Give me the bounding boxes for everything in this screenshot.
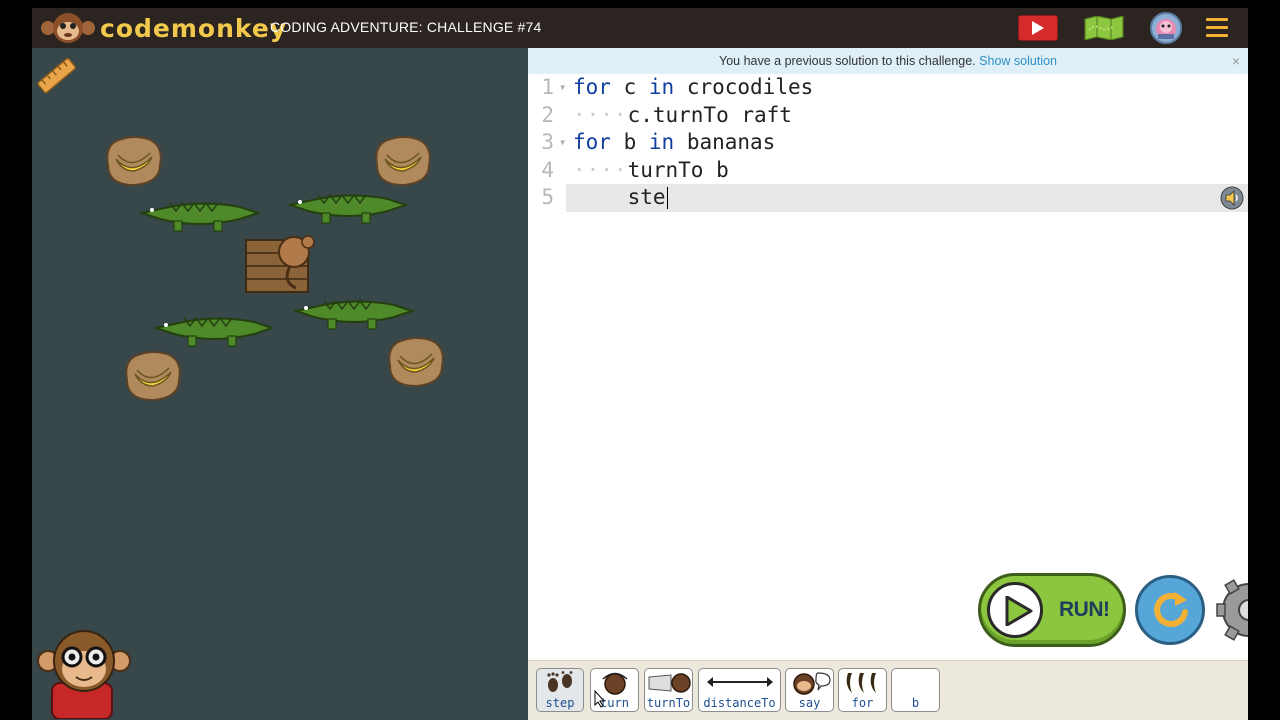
ruler-icon[interactable] <box>35 54 79 98</box>
code-line[interactable]: 2 ····c.turnTo raft <box>528 102 1248 130</box>
menu-icon-bar <box>1206 26 1228 29</box>
code-token: c <box>610 75 649 99</box>
distance-arrow-icon <box>706 677 773 687</box>
turn-to-icon <box>648 673 691 693</box>
challenge-title: CODING ADVENTURE: CHALLENGE #74 <box>270 19 542 35</box>
keyword-token: in <box>648 75 675 99</box>
code-line[interactable]: 1 ▾ for c in crocodiles <box>528 74 1248 102</box>
banana-sack-icon[interactable] <box>102 133 166 189</box>
play-circle <box>987 582 1043 638</box>
indent-guide <box>573 185 628 209</box>
tool-turnto[interactable]: turnTo <box>644 668 693 712</box>
code-line[interactable]: 4 ····turnTo b <box>528 157 1248 185</box>
keyword-token: for <box>573 130 611 154</box>
keyword-token: for <box>573 75 611 99</box>
command-toolbox: step turn turnTo distanceTo say for b <box>528 660 1248 720</box>
code-line[interactable]: 3 ▾ for b in bananas <box>528 129 1248 157</box>
code-text[interactable]: ····c.turnTo raft <box>573 102 792 130</box>
play-icon <box>1005 596 1033 626</box>
top-bar: codemonkey CODING ADVENTURE: CHALLENGE #… <box>32 8 1248 48</box>
crocodile-icon[interactable] <box>154 308 274 352</box>
code-token: c.turnTo raft <box>627 102 792 127</box>
video-play-icon <box>1032 21 1044 35</box>
hint-character-icon[interactable] <box>36 623 132 719</box>
code-token: b <box>610 130 649 154</box>
banner-close-icon[interactable]: × <box>1232 48 1240 74</box>
menu-button[interactable] <box>1206 18 1228 38</box>
settings-gear-icon[interactable] <box>1213 576 1248 646</box>
banner-text: You have a previous solution to this cha… <box>719 54 976 68</box>
raft-with-monkey-icon[interactable] <box>244 228 328 298</box>
logo-wordmark: codemonkey <box>100 13 288 43</box>
run-label: RUN! <box>1059 598 1110 621</box>
tool-variable-b[interactable]: b <box>891 668 940 712</box>
code-text[interactable]: for b in bananas <box>573 129 775 157</box>
tool-step[interactable]: step <box>536 668 584 712</box>
speech-icon <box>792 672 831 695</box>
menu-icon-bar <box>1206 34 1228 37</box>
line-number: 4 <box>541 157 554 182</box>
speaker-icon[interactable] <box>1220 186 1244 210</box>
bananas-icon <box>846 673 876 693</box>
reset-icon <box>1154 592 1188 627</box>
video-play-button[interactable] <box>1018 15 1058 41</box>
code-text[interactable]: ste <box>573 184 668 212</box>
banana-sack-icon[interactable] <box>371 133 435 189</box>
monkey-logo-icon <box>41 13 95 43</box>
tool-distanceto[interactable]: distanceTo <box>698 668 781 712</box>
crocodile-icon[interactable] <box>288 185 408 229</box>
tool-say[interactable]: say <box>785 668 834 712</box>
mouse-pointer-icon <box>594 690 606 708</box>
indent-guide: ···· <box>573 157 628 182</box>
app-window: codemonkey CODING ADVENTURE: CHALLENGE #… <box>32 8 1248 720</box>
run-button[interactable]: RUN! <box>978 573 1126 647</box>
banana-sack-icon[interactable] <box>121 348 185 404</box>
text-cursor <box>666 187 668 209</box>
tool-label: for <box>851 696 874 710</box>
line-number: 5 <box>541 185 554 209</box>
code-text[interactable]: for c in crocodiles <box>573 74 813 102</box>
crocodile-icon[interactable] <box>140 193 260 237</box>
menu-icon-bar <box>1206 18 1228 21</box>
user-avatar[interactable] <box>1150 12 1182 44</box>
tool-label: turnTo <box>646 696 691 710</box>
fold-toggle-icon[interactable]: ▾ <box>559 129 566 157</box>
tool-label: distanceTo <box>703 696 776 710</box>
code-token: crocodiles <box>674 75 814 99</box>
previous-solution-banner: You have a previous solution to this cha… <box>528 48 1248 74</box>
tool-label: say <box>798 696 821 710</box>
code-text[interactable]: ····turnTo b <box>573 157 729 185</box>
code-line[interactable]: 5 ste <box>541 184 1248 212</box>
footprints-icon <box>547 671 573 692</box>
code-editor[interactable]: You have a previous solution to this cha… <box>528 48 1248 660</box>
map-icon[interactable] <box>1084 16 1124 40</box>
game-stage[interactable] <box>32 48 528 720</box>
show-solution-link[interactable]: Show solution <box>979 54 1057 68</box>
avatar-icon <box>1156 19 1176 39</box>
fold-toggle-icon[interactable]: ▾ <box>559 74 566 102</box>
keyword-token: in <box>648 130 675 154</box>
tool-label: b <box>911 696 920 710</box>
indent-guide: ···· <box>573 102 628 127</box>
banana-sack-icon[interactable] <box>384 334 448 390</box>
code-token: bananas <box>674 130 776 154</box>
code-token: turnTo b <box>627 157 729 182</box>
codemonkey-logo[interactable]: codemonkey <box>40 12 287 44</box>
code-lines[interactable]: 1 ▾ for c in crocodiles 2 ····c.turnTo raft 3… <box>528 74 1248 212</box>
tool-label: step <box>545 696 575 710</box>
line-number: 2 <box>541 102 554 127</box>
code-token: ste <box>627 185 666 209</box>
reset-button[interactable] <box>1135 575 1205 645</box>
tool-for[interactable]: for <box>838 668 887 712</box>
